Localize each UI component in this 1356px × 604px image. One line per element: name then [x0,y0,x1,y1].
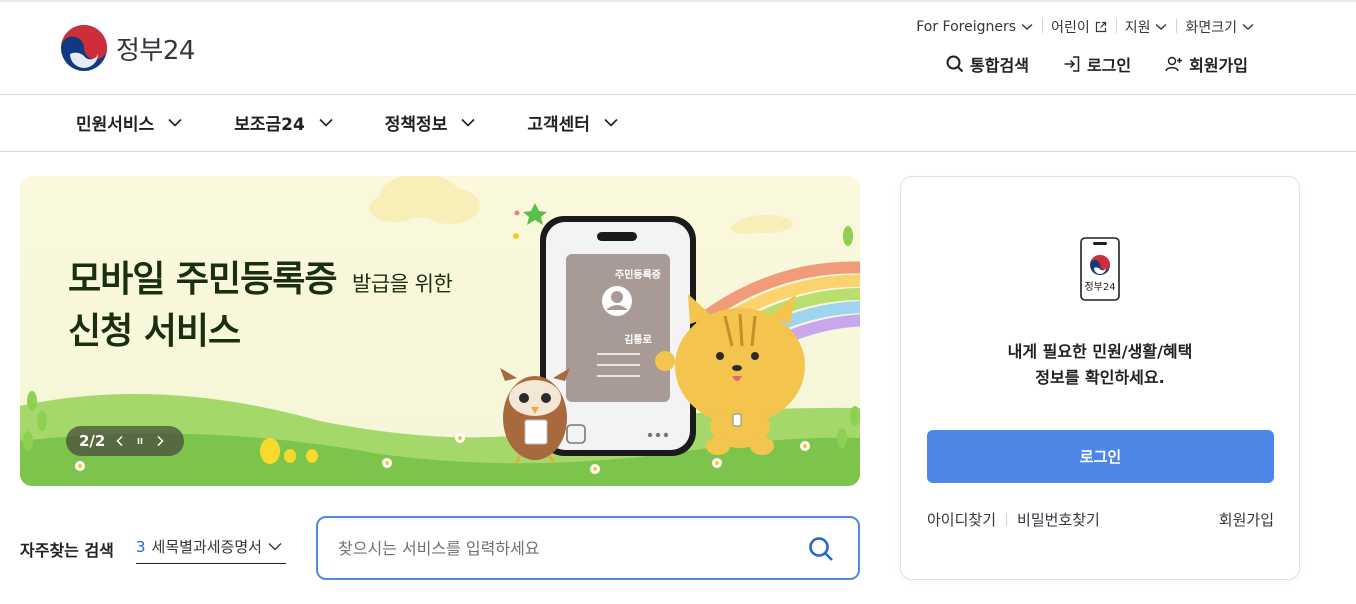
header-divider [0,94,1356,95]
search-input[interactable] [338,538,778,558]
frequent-search-term: 세목별과세증명서 [151,538,262,556]
font-size-label: 화면크기 [1185,20,1237,36]
nav-item-subsidy24[interactable]: 보조금24 [234,110,333,135]
site-logo[interactable]: 정부24 [60,24,195,72]
nav-item-policy-info[interactable]: 정책정보 [385,110,476,135]
kids-link[interactable]: 어린이 [1042,17,1116,37]
nav-item-customer-center[interactable]: 고객센터 [527,110,618,135]
frequent-search-rank: 3 [136,537,146,556]
pause-icon[interactable] [135,435,145,447]
login-card-message-line2: 정보를 확인하세요. [1035,368,1165,387]
banner-pager: 2/2 [66,426,184,456]
chevron-down-icon [1156,23,1167,30]
link-divider [1006,513,1008,526]
login-card-message-line1: 내게 필요한 민원/생활/혜택 [1007,342,1193,361]
chevron-down-icon [319,118,333,127]
find-password-link[interactable]: 비밀번호찾기 [1017,509,1100,530]
external-link-icon [1095,21,1106,33]
header-signup-button[interactable]: 회원가입 [1165,52,1248,76]
account-links: 아이디찾기 비밀번호찾기 회원가입 [927,509,1274,530]
kids-label: 어린이 [1051,20,1090,36]
chevron-down-icon [461,118,475,127]
banner-title: 모바일 주민등록증 발급을 위한 신청 서비스 [68,256,453,356]
main-banner[interactable]: 모바일 주민등록증 발급을 위한 신청 서비스 주민등록증 김통로 2/2 [20,176,860,486]
header-login-button[interactable]: 로그인 [1063,52,1131,76]
banner-card-title: 주민등록증 [615,270,661,281]
chevron-down-icon [1021,23,1033,30]
integrated-search-label: 통합검색 [970,56,1029,75]
banner-title-line1: 모바일 주민등록증 발급을 위한 [68,256,453,308]
chevron-down-icon [604,118,618,127]
nav-item-label: 보조금24 [234,115,305,135]
for-foreigners-label: For Foreigners [916,19,1017,35]
font-size-link[interactable]: 화면크기 [1176,17,1254,37]
find-id-link[interactable]: 아이디찾기 [927,509,996,530]
top-border [0,0,1356,2]
search-icon[interactable] [808,536,834,562]
login-icon [1064,56,1080,72]
nav-divider [0,151,1356,152]
banner-page-indicator: 2/2 [79,432,106,450]
frequent-search-label: 자주찾는 검색 [20,541,114,560]
header-actions: 통합검색 로그인 회원가입 [946,52,1248,76]
banner-title-line2: 신청 서비스 [68,311,241,352]
utility-nav: For Foreigners 어린이 지원 화면크기 [907,17,1254,37]
signup-link[interactable]: 회원가입 [1219,509,1274,530]
support-label: 지원 [1124,20,1151,36]
search-icon [946,55,964,73]
login-card-message: 내게 필요한 민원/생활/혜택 정보를 확인하세요. [901,339,1299,391]
header-login-label: 로그인 [1086,56,1132,75]
search-box [316,516,860,580]
login-button[interactable]: 로그인 [927,430,1274,483]
support-link[interactable]: 지원 [1115,17,1177,37]
add-user-icon [1165,56,1183,72]
main-nav: 민원서비스 보조금24 정책정보 고객센터 [76,110,670,135]
logo-text: 정부24 [116,35,195,66]
card-logo-label: 정부24 [1084,282,1116,293]
nav-item-label: 민원서비스 [76,115,155,135]
taeguk-logo-icon [61,25,107,71]
nav-item-civil-service[interactable]: 민원서비스 [76,110,182,135]
chevron-right-icon[interactable] [155,435,165,447]
header-signup-label: 회원가입 [1189,56,1248,75]
banner-card-name: 김통로 [624,335,652,346]
chevron-down-icon [168,118,182,127]
frequent-search-select[interactable]: 3 세목별과세증명서 [136,530,286,564]
integrated-search-button[interactable]: 통합검색 [946,52,1029,76]
for-foreigners-link[interactable]: For Foreigners [907,19,1042,35]
banner-title-small: 발급을 위한 [352,272,453,296]
banner-title-main: 모바일 주민등록증 [68,259,337,300]
nav-item-label: 정책정보 [384,115,448,135]
chevron-down-icon [1242,23,1254,30]
chevron-left-icon[interactable] [115,435,125,447]
login-card: 정부24 내게 필요한 민원/생활/혜택 정보를 확인하세요. 로그인 아이디찾… [900,176,1300,580]
chevron-down-icon [268,543,282,551]
nav-item-label: 고객센터 [527,115,590,135]
